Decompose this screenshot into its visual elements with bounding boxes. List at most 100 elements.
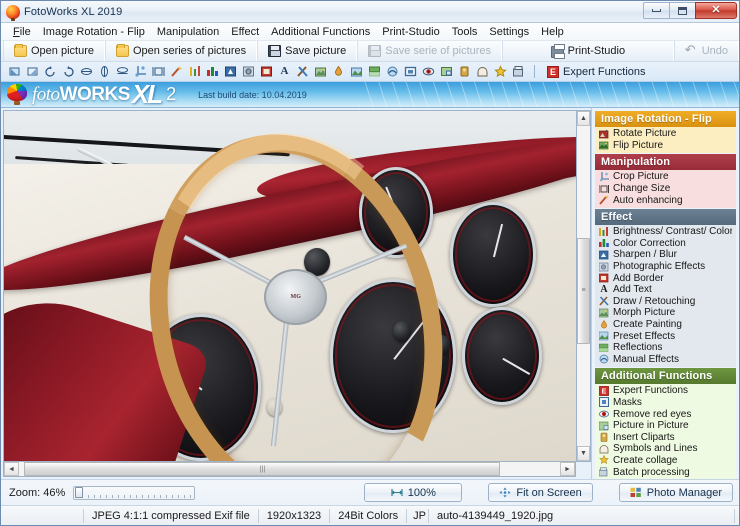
zoom-level-label: Zoom: 46% bbox=[9, 486, 66, 499]
menu-manipulation[interactable]: Manipulation bbox=[151, 25, 225, 39]
scroll-up-button[interactable]: ▲ bbox=[577, 111, 590, 126]
horizontal-scrollbar[interactable]: ◄ ||| ► bbox=[3, 462, 576, 477]
sidebar-item-expert-functions[interactable]: E Expert Functions bbox=[595, 385, 736, 397]
mirror-icon[interactable] bbox=[115, 64, 130, 79]
rotate-right-icon[interactable] bbox=[25, 64, 40, 79]
menu-file[interactable]: File bbox=[7, 25, 37, 39]
zoom-slider-thumb[interactable] bbox=[75, 486, 84, 498]
sidebar-item-masks[interactable]: Masks bbox=[595, 397, 736, 409]
close-button[interactable]: ✕ bbox=[695, 2, 737, 19]
save-picture-button[interactable]: Save picture bbox=[257, 41, 358, 61]
add-text-icon[interactable]: A bbox=[277, 64, 292, 79]
sidebar-item-create-painting[interactable]: Create Painting bbox=[595, 319, 736, 331]
scroll-right-button[interactable]: ► bbox=[560, 462, 575, 476]
print-studio-button[interactable]: Print-Studio bbox=[502, 41, 674, 61]
classic-car-dashboard-photo bbox=[4, 111, 576, 461]
menu-settings[interactable]: Settings bbox=[483, 25, 535, 39]
magic-wand-icon[interactable] bbox=[169, 64, 184, 79]
sharpen-icon[interactable] bbox=[223, 64, 238, 79]
zoom-controls-row: Zoom: 46% 100% Fit on Screen Photo Manag… bbox=[1, 480, 739, 505]
sidebar-item-rotate-picture[interactable]: Rotate Picture bbox=[595, 128, 736, 140]
sidebar-item-photographic-effects[interactable]: Photographic Effects bbox=[595, 261, 736, 273]
open-series-button[interactable]: Open series of pictures bbox=[104, 41, 258, 61]
scroll-left-button[interactable]: ◄ bbox=[4, 462, 19, 476]
sidebar-item-add-text[interactable]: A Add Text bbox=[595, 284, 736, 296]
sidebar-item-draw-retouching[interactable]: Draw / Retouching bbox=[595, 296, 736, 308]
horizontal-scroll-thumb[interactable]: ||| bbox=[24, 462, 501, 476]
sidebar-label-brightness-contrast-color: Brightness/ Contrast/ Color bbox=[613, 226, 732, 238]
menu-print-studio[interactable]: Print-Studio bbox=[376, 25, 445, 39]
sidebar-item-add-border[interactable]: Add Border bbox=[595, 272, 736, 284]
actual-size-icon bbox=[391, 487, 403, 498]
sidebar-item-remove-red-eyes[interactable]: Remove red eyes bbox=[595, 408, 736, 420]
manual-effects-icon[interactable] bbox=[385, 64, 400, 79]
rotate-cw-icon[interactable] bbox=[61, 64, 76, 79]
actual-size-button[interactable]: 100% bbox=[364, 483, 463, 502]
batch-processing-icon[interactable] bbox=[511, 64, 526, 79]
remove-red-eyes-icon[interactable] bbox=[421, 64, 436, 79]
sidebar-item-color-correction[interactable]: Color Correction bbox=[595, 238, 736, 250]
sidebar-item-crop-picture[interactable]: Crop Picture bbox=[595, 171, 736, 183]
minimize-button[interactable] bbox=[643, 2, 669, 19]
flip-horizontal-icon[interactable] bbox=[79, 64, 94, 79]
sidebar-item-symbols-and-lines[interactable]: Symbols and Lines bbox=[595, 443, 736, 455]
sidebar-item-flip-picture[interactable]: Flip Picture bbox=[595, 140, 736, 152]
sidebar-item-auto-enhancing[interactable]: Auto enhancing bbox=[595, 194, 736, 206]
photo-manager-button[interactable]: Photo Manager bbox=[618, 483, 733, 502]
vertical-scroll-thumb[interactable]: ≡ bbox=[577, 238, 590, 344]
open-picture-label: Open picture bbox=[31, 45, 94, 57]
morph-picture-icon[interactable] bbox=[313, 64, 328, 79]
crop-icon[interactable] bbox=[133, 64, 148, 79]
rotate-ccw-icon[interactable] bbox=[43, 64, 58, 79]
add-border-icon[interactable] bbox=[259, 64, 274, 79]
window-controls: ✕ bbox=[643, 2, 737, 19]
image-canvas[interactable] bbox=[3, 110, 576, 462]
sidebar-item-morph-picture[interactable]: Morph Picture bbox=[595, 307, 736, 319]
brightness-icon[interactable] bbox=[187, 64, 202, 79]
menu-effect[interactable]: Effect bbox=[225, 25, 265, 39]
create-painting-icon[interactable] bbox=[331, 64, 346, 79]
open-picture-button[interactable]: Open picture bbox=[3, 41, 105, 61]
menu-tools[interactable]: Tools bbox=[446, 25, 484, 39]
sidebar-items-manipulation: Crop Picture Change Size Auto enhancing bbox=[595, 170, 736, 208]
photographic-effects-icon[interactable] bbox=[241, 64, 256, 79]
sidebar-item-reflections[interactable]: Reflections bbox=[595, 342, 736, 354]
symbols-lines-icon[interactable] bbox=[475, 64, 490, 79]
picture-in-picture-icon[interactable] bbox=[439, 64, 454, 79]
insert-cliparts-icon[interactable] bbox=[457, 64, 472, 79]
sidebar-item-batch-processing[interactable]: Batch processing bbox=[595, 466, 736, 478]
sidebar-label-masks: Masks bbox=[613, 396, 642, 408]
vertical-scroll-track[interactable]: ≡ bbox=[577, 126, 590, 446]
balloon-logo-icon bbox=[7, 84, 27, 105]
menu-image-rotation-flip[interactable]: Image Rotation - Flip bbox=[37, 25, 151, 39]
horizontal-scroll-track[interactable]: ||| bbox=[19, 462, 560, 476]
resize-icon[interactable] bbox=[151, 64, 166, 79]
sidebar-item-insert-cliparts[interactable]: Insert Cliparts bbox=[595, 431, 736, 443]
zoom-slider[interactable] bbox=[73, 485, 196, 500]
fit-on-screen-button[interactable]: Fit on Screen bbox=[488, 483, 593, 502]
vertical-scrollbar[interactable]: ▲ ≡ ▼ bbox=[576, 110, 591, 462]
color-correction-icon[interactable] bbox=[205, 64, 220, 79]
sidebar-item-sharpen-blur[interactable]: Sharpen / Blur bbox=[595, 249, 736, 261]
sidebar-item-brightness-contrast-color[interactable]: Brightness/ Contrast/ Color bbox=[595, 226, 736, 238]
status-filename: auto-4139449_1920.jpg bbox=[436, 509, 554, 522]
maximize-button[interactable] bbox=[669, 2, 695, 19]
menu-additional-functions[interactable]: Additional Functions bbox=[265, 25, 376, 39]
preset-effects-icon[interactable] bbox=[349, 64, 364, 79]
reflections-icon[interactable] bbox=[367, 64, 382, 79]
sidebar-item-picture-in-picture[interactable]: Picture in Picture bbox=[595, 420, 736, 432]
sidebar-item-preset-effects[interactable]: Preset Effects bbox=[595, 330, 736, 342]
expert-functions-toolbar-button[interactable]: E Expert Functions bbox=[547, 65, 646, 78]
scroll-down-button[interactable]: ▼ bbox=[577, 446, 590, 461]
draw-retouch-icon[interactable] bbox=[295, 64, 310, 79]
sidebar-item-create-collage[interactable]: Create collage bbox=[595, 455, 736, 467]
masks-icon[interactable] bbox=[403, 64, 418, 79]
sidebar-item-manual-effects[interactable]: Manual Effects bbox=[595, 354, 736, 366]
flip-vertical-icon[interactable] bbox=[97, 64, 112, 79]
toolbar-separator bbox=[534, 65, 535, 78]
menu-help[interactable]: Help bbox=[535, 25, 570, 39]
function-sidebar: Image Rotation - Flip Rotate Picture Fli… bbox=[591, 108, 739, 479]
sidebar-item-change-size[interactable]: Change Size bbox=[595, 183, 736, 195]
create-collage-icon[interactable] bbox=[493, 64, 508, 79]
rotate-left-icon[interactable] bbox=[7, 64, 22, 79]
